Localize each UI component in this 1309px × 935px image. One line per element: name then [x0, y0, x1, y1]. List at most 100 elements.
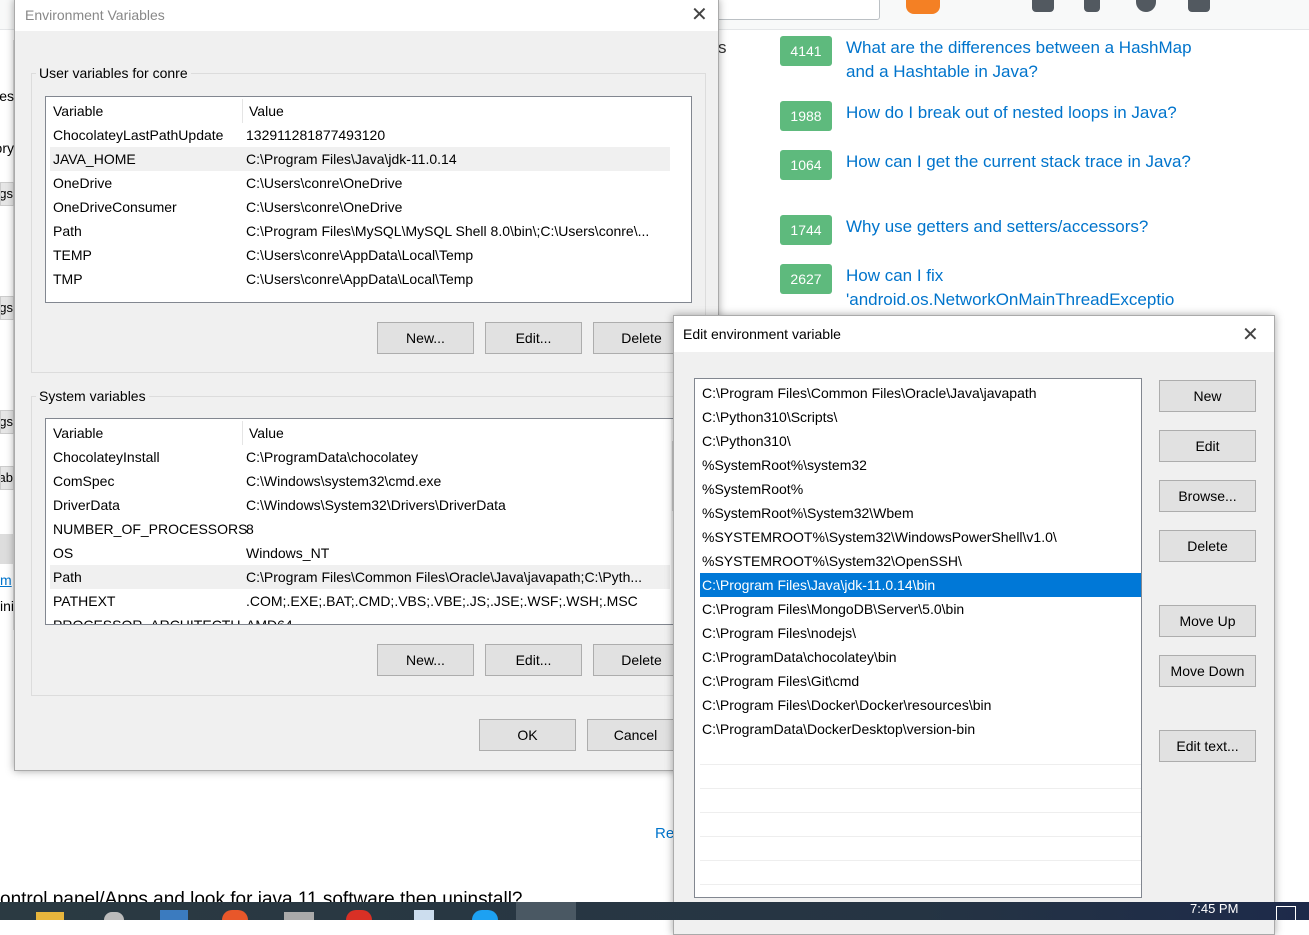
clock[interactable]: 7:45 PM [1190, 902, 1238, 916]
path-entry[interactable]: C:\ProgramData\DockerDesktop\version-bin [700, 717, 1141, 741]
settings-icon[interactable] [104, 912, 124, 920]
control-panel-taskbar-item[interactable] [516, 902, 576, 920]
variable-value: AMD64 [246, 617, 293, 625]
variable-row[interactable]: DriverData C:\Windows\System32\Drivers\Dr… [50, 493, 670, 517]
inbox-icon[interactable] [1032, 0, 1054, 12]
avatar[interactable] [906, 0, 940, 14]
strip-button[interactable]: ab [0, 466, 14, 490]
dialog-titlebar: Environment Variables [15, 0, 718, 31]
notifications-icon[interactable] [1276, 906, 1296, 920]
ok-button[interactable]: OK [479, 719, 576, 751]
system-edit-button[interactable]: Edit... [485, 644, 582, 676]
vote-count-badge: 1064 [780, 150, 832, 180]
variable-value: C:\Users\conre\AppData\Local\Temp [246, 271, 474, 287]
strip-button[interactable]: gs.. [0, 182, 14, 206]
column-variable[interactable]: Variable [53, 421, 103, 445]
path-entry[interactable]: C:\Program Files\Java\jdk-11.0.14\bin [700, 573, 1141, 597]
new-button[interactable]: New [1159, 380, 1256, 412]
close-icon[interactable]: ✕ [691, 2, 708, 27]
dialog-titlebar: Edit environment variable [674, 316, 1274, 352]
column-variable[interactable]: Variable [53, 99, 103, 123]
strip-button[interactable]: gs.. [0, 296, 14, 320]
variable-row[interactable]: Path C:\Program Files\Common Files\Oracle… [50, 565, 670, 589]
variable-name: DriverData [53, 497, 120, 513]
strip-text: ory [0, 140, 14, 156]
chrome-icon[interactable] [346, 910, 372, 920]
environment-variables-dialog: Environment Variables ✕ User variables f… [14, 0, 719, 771]
related-question-link[interactable]: How can I get the current stack trace in… [846, 150, 1206, 174]
review-icon[interactable] [1188, 0, 1210, 12]
edit-text-button[interactable]: Edit text... [1159, 730, 1256, 762]
variable-row[interactable]: ChocolateyInstall C:\ProgramData\chocolat… [50, 445, 670, 469]
app-icon[interactable] [472, 910, 498, 920]
variable-row[interactable]: Path C:\Program Files\MySQL\MySQL Shell 8… [50, 219, 670, 243]
column-value[interactable]: Value [242, 421, 284, 445]
site-search-input[interactable] [700, 0, 880, 20]
path-entry[interactable]: C:\Program Files\Common Files\Oracle\Jav… [700, 381, 1141, 405]
variable-row[interactable]: TMP C:\Users\conre\AppData\Local\Temp [50, 267, 670, 291]
delete-button[interactable]: Delete [1159, 530, 1256, 562]
user-variables-list[interactable]: Variable Value ChocolateyLastPathUpdate 1… [45, 96, 692, 303]
reply-link[interactable]: Re [655, 825, 674, 842]
user-new-button[interactable]: New... [377, 322, 474, 354]
path-entry[interactable]: C:\ProgramData\chocolatey\bin [700, 645, 1141, 669]
related-question-link[interactable]: How do I break out of nested loops in Ja… [846, 101, 1206, 125]
path-entry[interactable]: C:\Program Files\Docker\Docker\resources… [700, 693, 1141, 717]
answer-text: ontrol panel/Apps and look for java 11 s… [0, 889, 523, 902]
path-entry[interactable]: %SystemRoot%\system32 [700, 453, 1141, 477]
path-entry[interactable]: %SystemRoot% [700, 477, 1141, 501]
variable-row[interactable]: JAVA_HOME C:\Program Files\Java\jdk-11.0.… [50, 147, 670, 171]
app-icon[interactable] [284, 912, 314, 920]
path-entry[interactable]: %SYSTEMROOT%\System32\OpenSSH\ [700, 549, 1141, 573]
vote-count-badge: 1744 [780, 215, 832, 245]
variable-name: Path [53, 223, 82, 239]
move-up-button[interactable]: Move Up [1159, 605, 1256, 637]
related-question-link[interactable]: Why use getters and setters/accessors? [846, 215, 1206, 239]
browse-button[interactable]: Browse... [1159, 480, 1256, 512]
variable-row[interactable]: OneDriveConsumer C:\Users\conre\OneDrive [50, 195, 670, 219]
strip-button[interactable]: gs.. [0, 410, 14, 434]
cancel-button[interactable]: Cancel [587, 719, 684, 751]
system-new-button[interactable]: New... [377, 644, 474, 676]
user-edit-button[interactable]: Edit... [485, 322, 582, 354]
app-icon[interactable] [414, 910, 434, 920]
variable-value: C:\Windows\system32\cmd.exe [246, 473, 442, 489]
path-entry[interactable]: C:\Python310\ [700, 429, 1141, 453]
strip-text: ges [0, 88, 14, 104]
variable-row[interactable]: PATHEXT .COM;.EXE;.BAT;.CMD;.VBS;.VBE;.JS… [50, 589, 670, 613]
variable-row[interactable]: OS Windows_NT [50, 541, 670, 565]
move-down-button[interactable]: Move Down [1159, 655, 1256, 687]
related-question-link[interactable]: What are the differences between a HashM… [846, 36, 1206, 84]
variable-name: NUMBER_OF_PROCESSORS [53, 521, 248, 537]
variable-name: OS [53, 545, 74, 561]
variable-row[interactable]: NUMBER_OF_PROCESSORS 8 [50, 517, 670, 541]
dialog-title: Edit environment variable [683, 326, 841, 342]
vote-count-badge: 4141 [780, 36, 832, 66]
system-variables-list[interactable]: Variable Value ChocolateyInstall C:\Progr… [45, 418, 692, 625]
variable-row[interactable]: PROCESSOR_ARCHITECTU... AMD64 [50, 613, 670, 625]
variable-row[interactable]: OneDrive C:\Users\conre\OneDrive [50, 171, 670, 195]
path-entry[interactable]: C:\Python310\Scripts\ [700, 405, 1141, 429]
app-icon[interactable] [222, 910, 248, 920]
path-entry[interactable]: C:\Program Files\MongoDB\Server\5.0\bin [700, 597, 1141, 621]
close-icon[interactable]: ✕ [1242, 322, 1259, 347]
path-entry[interactable]: %SYSTEMROOT%\System32\WindowsPowerShell\… [700, 525, 1141, 549]
variable-row[interactable]: ChocolateyLastPathUpdate 1329112818774931… [50, 123, 670, 147]
strip-link[interactable]: m [0, 572, 14, 588]
path-entry[interactable]: C:\Program Files\nodejs\ [700, 621, 1141, 645]
column-value[interactable]: Value [242, 99, 284, 123]
variable-row[interactable]: ComSpec C:\Windows\system32\cmd.exe [50, 469, 670, 493]
variable-row[interactable]: TEMP C:\Users\conre\AppData\Local\Temp [50, 243, 670, 267]
edit-button[interactable]: Edit [1159, 430, 1256, 462]
variable-value: C:\Users\conre\OneDrive [246, 175, 403, 191]
path-entry[interactable]: %SystemRoot%\System32\Wbem [700, 501, 1141, 525]
app-icon[interactable] [160, 910, 188, 920]
empty-row-divider [700, 764, 1141, 765]
path-entry[interactable]: C:\Program Files\Git\cmd [700, 669, 1141, 693]
related-question-link[interactable]: How can I fix 'android.os.NetworkOnMainT… [846, 264, 1206, 312]
achievements-icon[interactable] [1084, 0, 1100, 12]
variable-value: C:\Program Files\Java\jdk-11.0.14 [246, 151, 457, 167]
file-explorer-icon[interactable] [36, 912, 64, 920]
variable-value: 132911281877493120 [246, 127, 386, 143]
path-entries-list[interactable]: C:\Program Files\Common Files\Oracle\Jav… [694, 378, 1142, 898]
